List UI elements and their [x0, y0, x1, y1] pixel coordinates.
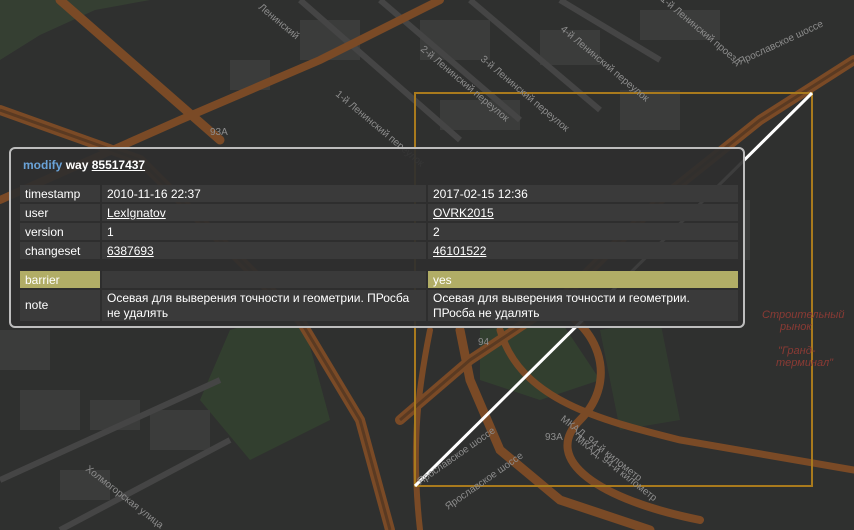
row-key: user [20, 204, 100, 221]
row-old-value: LexIgnatov [102, 204, 426, 221]
row-old-value: 1 [102, 223, 426, 240]
table-row: changeset 6387693 46101522 [20, 242, 738, 259]
tag-row: barrier yes [20, 271, 738, 288]
row-key: version [20, 223, 100, 240]
user-link-new[interactable]: OVRK2015 [433, 206, 494, 220]
row-old-value: 6387693 [102, 242, 426, 259]
poi-label-line: рынок [779, 321, 812, 333]
row-key: timestamp [20, 185, 100, 202]
poi-label-line: Строительный [762, 309, 845, 321]
row-new-value: 2017-02-15 12:36 [428, 185, 738, 202]
table-row: timestamp 2010-11-16 22:37 2017-02-15 12… [20, 185, 738, 202]
user-link-old[interactable]: LexIgnatov [107, 206, 166, 220]
poi-label-line: "Гранд- [778, 345, 816, 357]
tag-row: note Осевая для выверения точности и гео… [20, 290, 738, 321]
object-type: way [65, 158, 89, 172]
street-label: 93А [545, 432, 563, 443]
changeset-popup: modify way 85517437 timestamp 2010-11-16… [9, 147, 745, 328]
row-key: changeset [20, 242, 100, 259]
row-old-value: 2010-11-16 22:37 [102, 185, 426, 202]
action-label: modify [23, 158, 63, 172]
tag-old-value [102, 271, 426, 288]
table-row: user LexIgnatov OVRK2015 [20, 204, 738, 221]
popup-title: modify way 85517437 [23, 158, 145, 172]
row-new-value: 46101522 [428, 242, 738, 259]
tag-new-value: yes [428, 271, 738, 288]
tag-new-value: Осевая для выверения точности и геометри… [428, 290, 738, 321]
street-label: 93А [210, 127, 228, 138]
street-label: 94 [478, 337, 490, 348]
tag-old-value: Осевая для выверения точности и геометри… [102, 290, 426, 321]
poi-label-line: терминал" [776, 357, 834, 369]
changeset-link-old[interactable]: 6387693 [107, 244, 154, 258]
row-new-value: 2 [428, 223, 738, 240]
tag-key: barrier [20, 271, 100, 288]
object-id-link[interactable]: 85517437 [92, 158, 145, 172]
tag-key: note [20, 290, 100, 321]
row-new-value: OVRK2015 [428, 204, 738, 221]
changeset-link-new[interactable]: 46101522 [433, 244, 486, 258]
table-row: version 1 2 [20, 223, 738, 240]
